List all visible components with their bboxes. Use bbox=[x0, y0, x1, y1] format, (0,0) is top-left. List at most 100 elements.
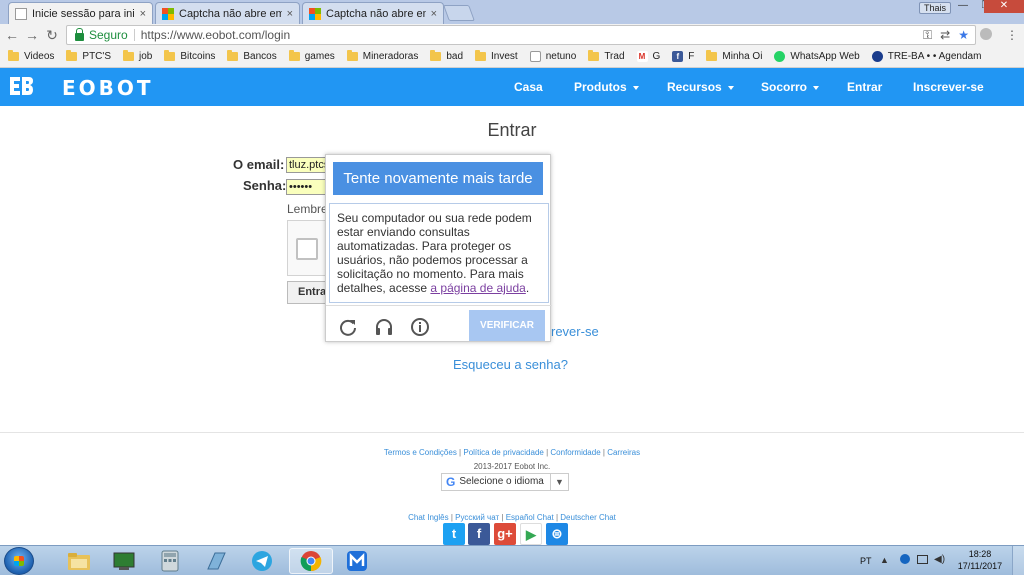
reload-icon[interactable] bbox=[338, 317, 358, 337]
calculator-icon[interactable] bbox=[148, 548, 192, 574]
tab-strip: Inicie sessão para iniciar × Captcha não… bbox=[0, 0, 1024, 24]
folder-icon bbox=[123, 50, 134, 61]
twitter-icon[interactable]: t bbox=[443, 523, 465, 545]
volume-icon[interactable]: ◀) bbox=[934, 554, 945, 565]
bookmark-item[interactable]: games bbox=[288, 50, 335, 62]
network-icon[interactable] bbox=[917, 555, 928, 564]
bookmark-item[interactable]: MG bbox=[636, 51, 660, 62]
chat-english-link[interactable]: Chat Inglês bbox=[408, 513, 448, 522]
bookmark-item[interactable]: netuno bbox=[529, 51, 576, 62]
bookmark-item[interactable]: PTC'S bbox=[66, 50, 111, 62]
tre-icon bbox=[871, 51, 883, 62]
forward-button[interactable]: → bbox=[22, 27, 42, 43]
tray-app-icon[interactable] bbox=[900, 554, 910, 564]
page-title: Entrar bbox=[487, 120, 537, 140]
facebook-icon[interactable]: f bbox=[468, 523, 490, 545]
remember-me-label[interactable]: Lembre bbox=[287, 202, 328, 216]
tray-expand-icon[interactable]: ▲ bbox=[880, 555, 889, 565]
dropdown-arrow-icon: ▼ bbox=[550, 474, 568, 490]
bookmark-item[interactable]: job bbox=[123, 50, 153, 62]
bookmark-item[interactable]: Minha Oi bbox=[706, 50, 762, 62]
chat-russian-link[interactable]: Русский чат bbox=[455, 513, 499, 522]
headphones-icon[interactable] bbox=[374, 317, 394, 337]
new-tab-button[interactable] bbox=[443, 5, 475, 21]
googleplay-icon[interactable]: ▶ bbox=[520, 523, 542, 545]
translate-icon[interactable]: ⇄ bbox=[940, 28, 950, 43]
tab-login[interactable]: Inicie sessão para iniciar × bbox=[8, 2, 153, 24]
close-tab-icon[interactable]: × bbox=[287, 8, 293, 20]
folder-icon bbox=[588, 50, 600, 61]
email-field[interactable]: tluz.ptcs bbox=[286, 157, 329, 173]
show-desktop-button[interactable] bbox=[1012, 546, 1024, 575]
explorer-icon[interactable] bbox=[57, 548, 101, 574]
nav-produtos[interactable]: Produtos bbox=[574, 68, 639, 106]
folder-icon bbox=[288, 50, 300, 61]
copyright: 2013-2017 Eobot Inc. bbox=[473, 462, 551, 471]
nav-socorro[interactable]: Socorro bbox=[761, 68, 820, 106]
captcha-message-end: . bbox=[525, 281, 530, 295]
telegram-icon[interactable] bbox=[240, 548, 284, 574]
signup-link[interactable]: rever-se bbox=[551, 324, 599, 339]
eobot-logo-icon[interactable] bbox=[8, 75, 34, 97]
back-button[interactable]: ← bbox=[2, 27, 22, 43]
terms-link[interactable]: Termos e Condições bbox=[384, 448, 457, 457]
address-bar[interactable]: Seguro https://www.eobot.com/login ⚿ ⇄ ★ bbox=[66, 25, 976, 45]
bookmark-item[interactable]: Trad bbox=[588, 50, 625, 62]
bookmarks-bar: Videos PTC'S job Bitcoins Bancos games Minerad… bbox=[0, 46, 1024, 68]
chat-german-link[interactable]: Deutscher Chat bbox=[560, 513, 616, 522]
browser-menu-icon[interactable]: ⋮ bbox=[1006, 28, 1018, 42]
close-window-button[interactable]: ✕ bbox=[984, 0, 1024, 13]
bookmark-item[interactable]: Videos bbox=[8, 50, 54, 62]
careers-link[interactable]: Carreiras bbox=[607, 448, 640, 457]
googleplus-icon[interactable]: g+ bbox=[494, 523, 516, 545]
extension-icon[interactable] bbox=[980, 28, 992, 40]
tab-captcha-2[interactable]: Captcha não abre em ne × bbox=[302, 2, 444, 24]
reload-button[interactable]: ↻ bbox=[42, 27, 62, 44]
privacy-link[interactable]: Política de privacidade bbox=[463, 448, 544, 457]
maxthon-icon[interactable] bbox=[335, 548, 379, 574]
nav-casa[interactable]: Casa bbox=[514, 68, 543, 106]
chrome-icon[interactable] bbox=[289, 548, 333, 574]
input-language[interactable]: PT bbox=[860, 556, 872, 566]
brand-name[interactable]: EOBOT bbox=[62, 76, 154, 100]
login-submit-button[interactable]: Entra bbox=[287, 281, 327, 304]
tab-title: Inicie sessão para iniciar bbox=[32, 7, 135, 20]
bookmark-item[interactable]: Bitcoins bbox=[164, 50, 215, 62]
system-clock[interactable]: 18:28 17/11/2017 bbox=[955, 548, 1005, 572]
caret-down-icon bbox=[727, 85, 734, 90]
recaptcha-checkbox[interactable] bbox=[296, 238, 318, 260]
terminal-icon[interactable] bbox=[102, 548, 146, 574]
bookmark-item[interactable]: WhatsApp Web bbox=[774, 51, 860, 62]
nav-recursos[interactable]: Recursos bbox=[667, 68, 734, 106]
nav-inscrever-se[interactable]: Inscrever-se bbox=[913, 68, 984, 106]
notepad-icon[interactable] bbox=[194, 548, 238, 574]
info-icon[interactable] bbox=[410, 317, 430, 337]
forgot-password-link[interactable]: Esqueceu a senha? bbox=[453, 357, 568, 372]
bookmark-label: job bbox=[139, 51, 153, 62]
password-field[interactable]: •••••• bbox=[286, 179, 328, 195]
compliance-link[interactable]: Conformidade bbox=[550, 448, 600, 457]
bookmark-item[interactable]: Invest bbox=[475, 50, 518, 62]
help-page-link[interactable]: a página de ajuda bbox=[430, 281, 525, 295]
chat-spanish-link[interactable]: Español Chat bbox=[506, 513, 554, 522]
close-tab-icon[interactable]: × bbox=[140, 8, 146, 20]
minimize-button[interactable]: — bbox=[952, 0, 974, 13]
url-text[interactable]: https://www.eobot.com/login bbox=[141, 28, 290, 42]
bookmark-item[interactable]: Bancos bbox=[227, 50, 277, 62]
caret-down-icon bbox=[813, 85, 820, 90]
app-icon[interactable]: ⊜ bbox=[546, 523, 568, 545]
key-icon[interactable]: ⚿ bbox=[923, 28, 932, 43]
tab-captcha-1[interactable]: Captcha não abre em ne × bbox=[155, 2, 300, 24]
start-button[interactable] bbox=[4, 547, 34, 575]
bookmark-star-icon[interactable]: ★ bbox=[958, 28, 969, 43]
folder-icon bbox=[346, 50, 358, 61]
bookmark-item[interactable]: TRE-BA • • Agendam bbox=[871, 51, 981, 62]
bookmark-item[interactable]: bad bbox=[430, 50, 463, 62]
verify-button[interactable]: VERIFICAR bbox=[469, 310, 545, 341]
bookmark-item[interactable]: fF bbox=[672, 51, 694, 62]
language-select[interactable]: G Selecione o idioma ▼ bbox=[441, 473, 569, 491]
close-tab-icon[interactable]: × bbox=[431, 8, 437, 20]
profile-button[interactable]: Thais bbox=[919, 2, 952, 14]
nav-entrar[interactable]: Entrar bbox=[847, 68, 882, 106]
bookmark-item[interactable]: Mineradoras bbox=[346, 50, 418, 62]
